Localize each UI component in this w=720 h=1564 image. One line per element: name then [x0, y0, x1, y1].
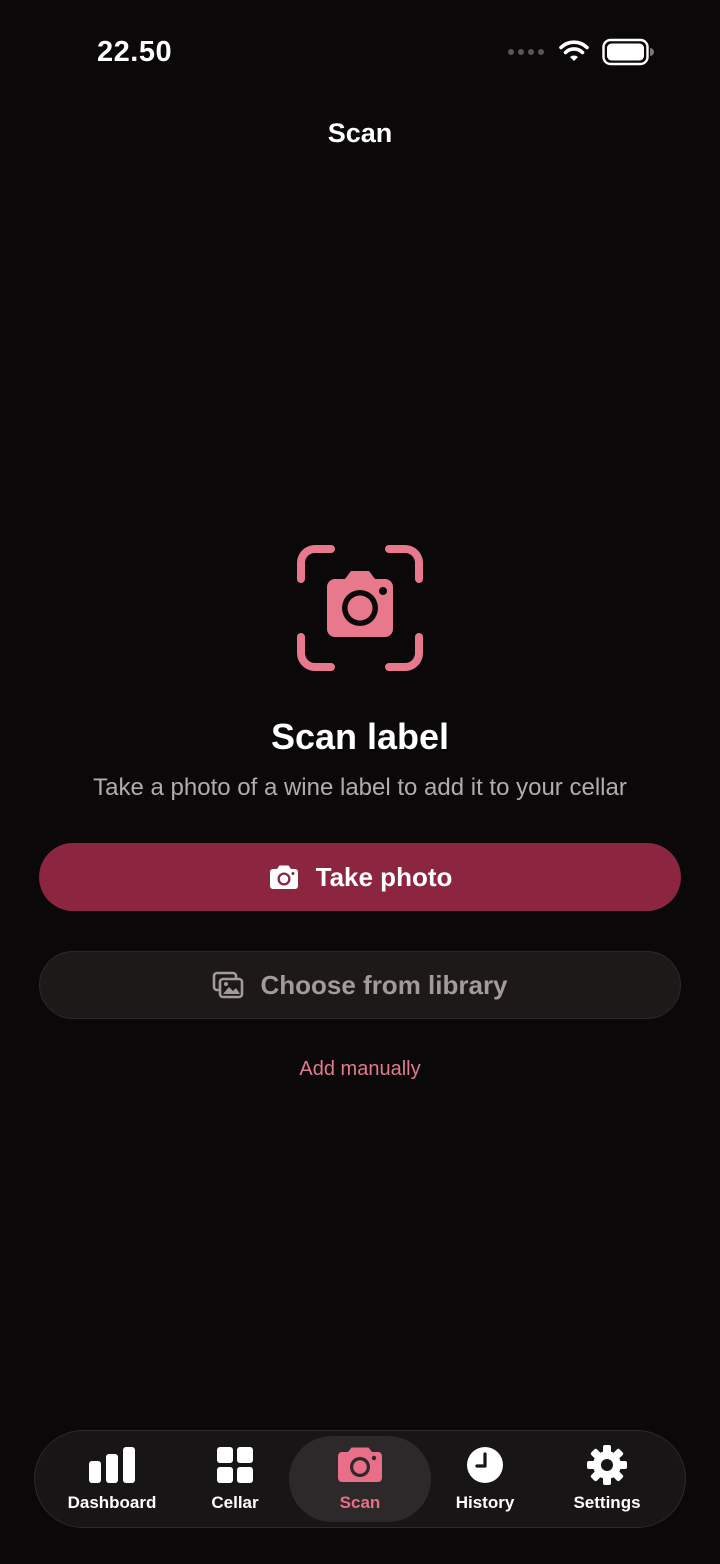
camera-icon — [337, 1445, 383, 1485]
camera-viewfinder-icon — [295, 543, 425, 673]
tab-label: Dashboard — [67, 1493, 157, 1512]
take-photo-button[interactable]: Take photo — [39, 843, 681, 911]
choose-from-library-label: Choose from library — [260, 969, 508, 1000]
tab-settings[interactable]: Settings — [557, 1431, 657, 1527]
clock-icon — [466, 1445, 504, 1485]
status-time: 22.50 — [97, 36, 173, 68]
add-manually-link[interactable]: Add manually — [0, 1058, 720, 1081]
hero-subtitle: Take a photo of a wine label to add it t… — [93, 774, 627, 801]
wifi-icon — [558, 39, 590, 65]
tab-cellar[interactable]: Cellar — [185, 1431, 285, 1527]
tab-label: Scan — [339, 1493, 381, 1512]
tab-label: History — [455, 1493, 515, 1512]
tab-bar: Dashboard Cellar Scan History Settings — [34, 1430, 686, 1528]
tab-scan[interactable]: Scan — [289, 1436, 431, 1522]
tab-history[interactable]: History — [435, 1431, 535, 1527]
grid-icon — [217, 1445, 253, 1485]
page-title: Scan — [327, 118, 393, 148]
camera-icon — [268, 864, 300, 890]
tab-dashboard[interactable]: Dashboard — [57, 1431, 167, 1527]
bar-chart-icon — [88, 1445, 136, 1485]
photo-stack-icon — [212, 971, 244, 999]
gear-icon — [587, 1445, 627, 1485]
tab-label: Cellar — [211, 1493, 259, 1512]
status-indicators — [508, 38, 654, 66]
tab-label: Settings — [573, 1493, 641, 1512]
status-bar: 22.50 — [0, 0, 720, 100]
battery-icon — [602, 38, 654, 66]
hero-title: Scan label — [270, 716, 450, 757]
signal-icon — [508, 49, 544, 55]
choose-from-library-button[interactable]: Choose from library — [39, 951, 681, 1019]
take-photo-label: Take photo — [315, 861, 453, 892]
